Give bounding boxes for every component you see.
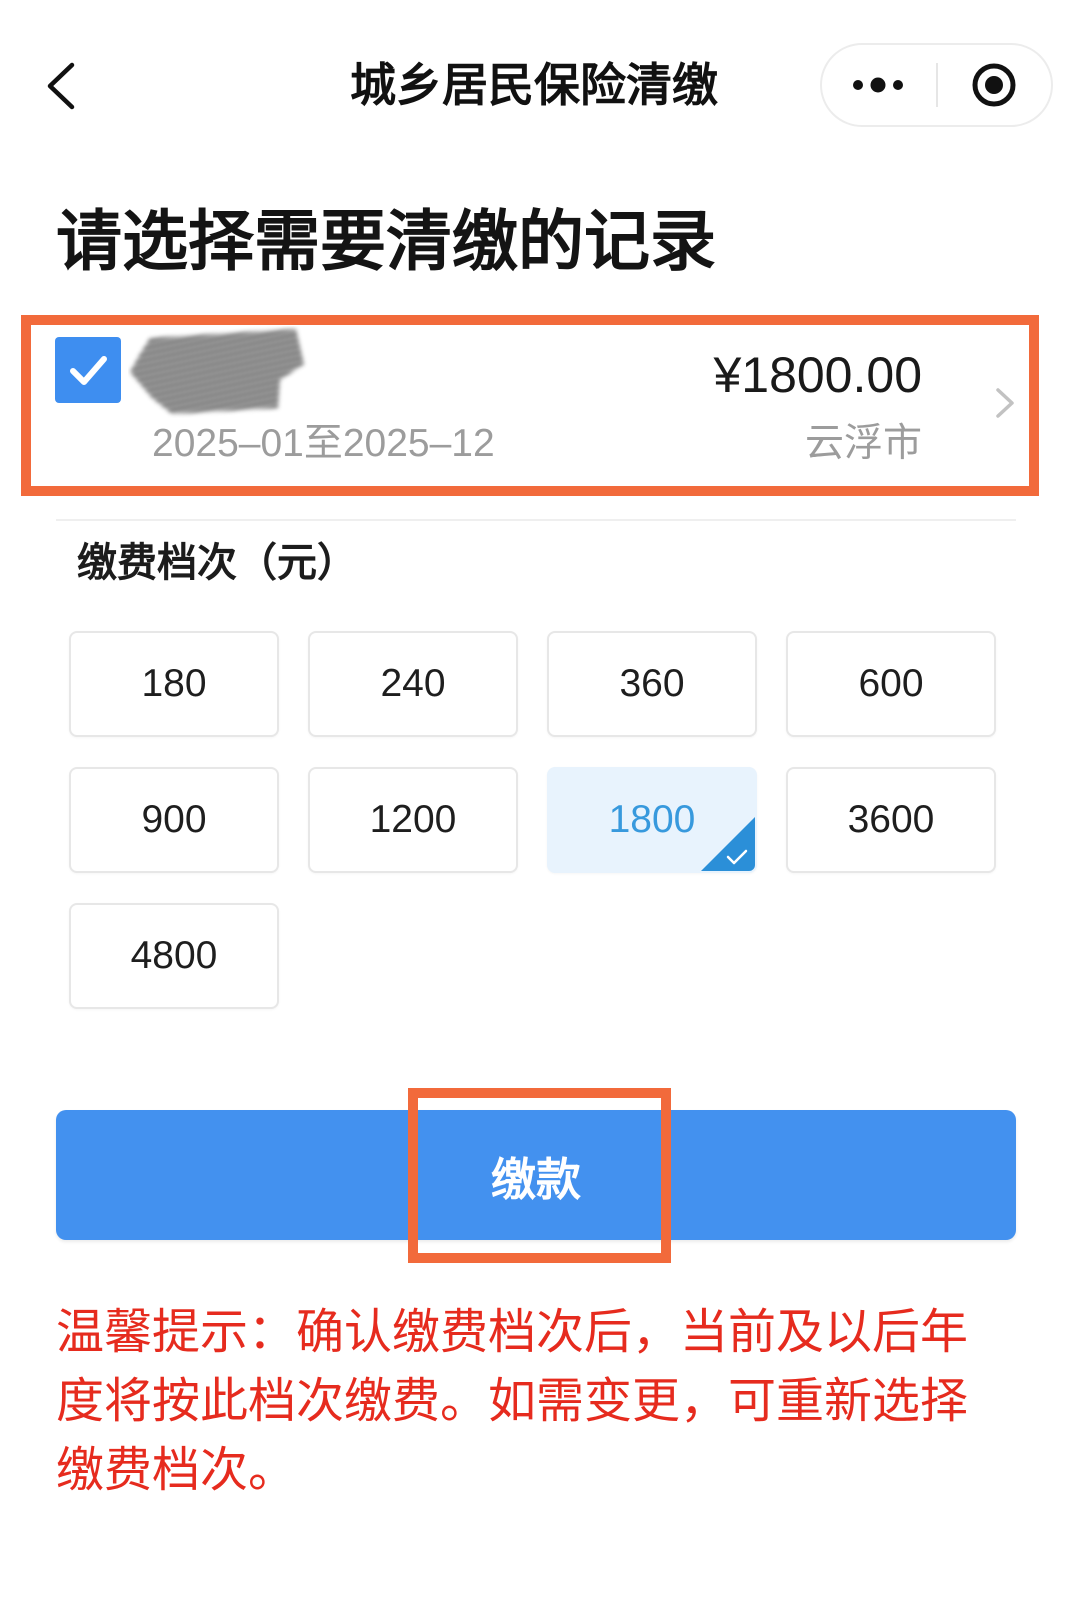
tier-option[interactable]: 4800 <box>69 903 279 1009</box>
check-icon <box>726 849 748 865</box>
tier-option[interactable]: 900 <box>69 767 279 873</box>
mini-program-capsule <box>820 43 1053 127</box>
tier-option[interactable]: 3600 <box>786 767 996 873</box>
capsule-divider <box>936 63 938 107</box>
pay-button[interactable]: 缴款 <box>56 1110 1016 1240</box>
tier-option-value: 3600 <box>847 798 935 841</box>
more-dots-icon[interactable] <box>848 75 908 95</box>
tier-option[interactable]: 600 <box>786 631 996 737</box>
section-divider <box>56 519 1016 521</box>
tier-option-value: 1200 <box>369 798 457 841</box>
tier-section-label: 缴费档次（元） <box>77 541 357 585</box>
record-checkbox[interactable] <box>55 337 121 403</box>
check-icon <box>70 356 107 385</box>
selected-corner-mark <box>701 817 755 871</box>
record-period: 2025–01至2025–12 <box>152 422 495 465</box>
section-heading: 请选择需要清缴的记录 <box>56 204 716 278</box>
tier-option-value: 600 <box>858 662 924 705</box>
target-icon[interactable] <box>970 61 1018 109</box>
back-button[interactable] <box>44 62 78 110</box>
tier-option[interactable]: 1800 <box>547 767 757 873</box>
record-city: 云浮市 <box>804 422 922 465</box>
tier-option[interactable]: 180 <box>69 631 279 737</box>
chevron-left-icon <box>47 62 75 110</box>
chevron-right-icon[interactable] <box>994 387 1016 419</box>
tier-option-value: 4800 <box>130 934 218 977</box>
tier-option-grid: 180 240 360 600 900 1200 1800 3600 4800 <box>69 631 997 1009</box>
redacted-name-scribble <box>130 329 304 414</box>
tier-option-value: 360 <box>619 662 685 705</box>
tier-option[interactable]: 360 <box>547 631 757 737</box>
page-title: 城乡居民保险清缴 <box>350 59 718 111</box>
warm-tip-text: 温馨提示：确认缴费档次后，当前及以后年度将按此档次缴费。如需变更，可重新选择缴费… <box>56 1306 969 1497</box>
tier-option-value: 240 <box>380 662 446 705</box>
record-amount: ¥1800.00 <box>713 347 922 403</box>
tier-option-value: 180 <box>141 662 207 705</box>
tier-option-value: 1800 <box>608 798 696 841</box>
tier-option[interactable]: 1200 <box>308 767 518 873</box>
tier-option-value: 900 <box>141 798 207 841</box>
tier-option[interactable]: 240 <box>308 631 518 737</box>
